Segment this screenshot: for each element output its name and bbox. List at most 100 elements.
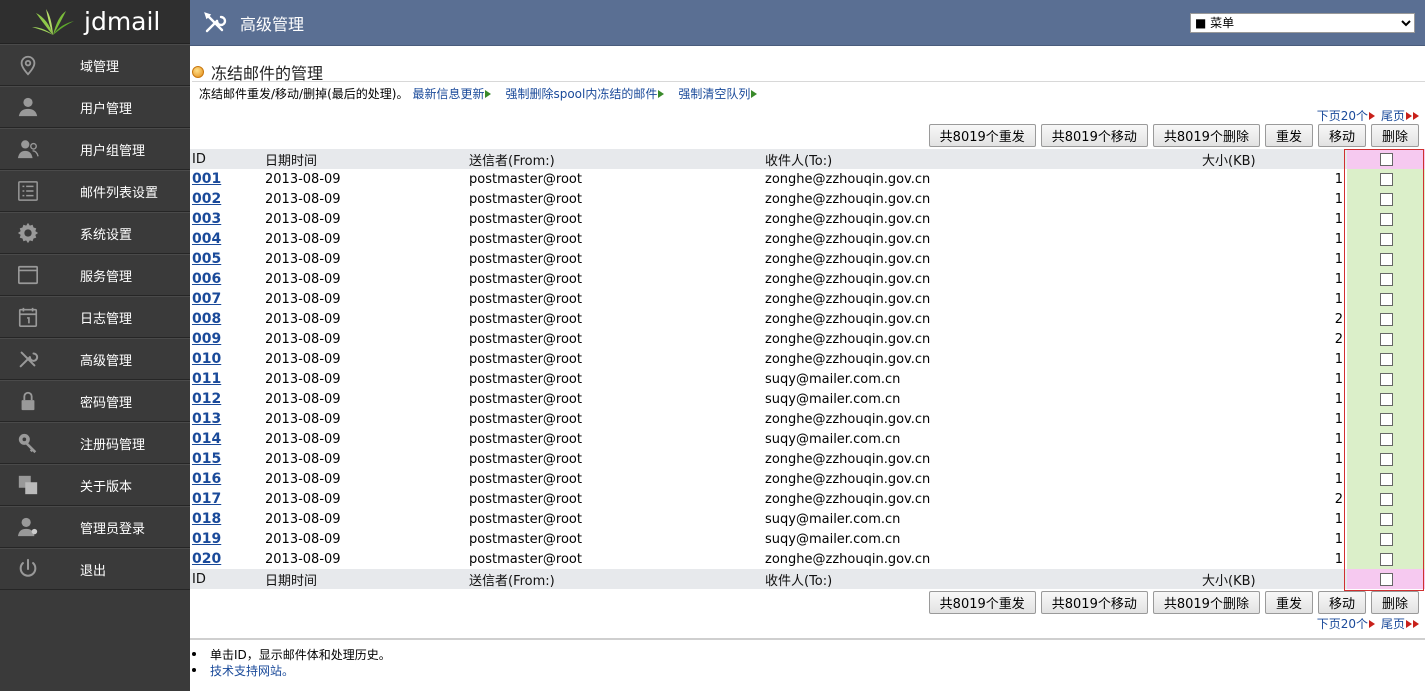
mail-id-link[interactable]: 012 — [192, 391, 221, 407]
row-checkbox[interactable] — [1379, 252, 1393, 266]
resend-button-bottom[interactable]: 重发 — [1264, 591, 1313, 614]
cell-id[interactable]: 016 — [190, 469, 263, 489]
row-checkbox[interactable] — [1379, 352, 1393, 366]
last-page-link-bottom[interactable]: 尾页 — [1381, 615, 1419, 632]
cell-to: zonghe@zzhouqin.gov.cn — [765, 471, 931, 487]
delete-all-button-bottom[interactable]: 共8019个删除 — [1152, 591, 1260, 614]
row-checkbox[interactable] — [1379, 172, 1393, 186]
cell-id[interactable]: 017 — [190, 489, 263, 509]
link-refresh[interactable]: 最新信息更新 — [412, 85, 501, 102]
last-page-link[interactable]: 尾页 — [1381, 107, 1419, 124]
sidebar-item-label: 密码管理 — [80, 395, 133, 411]
cell-id[interactable]: 002 — [190, 189, 263, 209]
sidebar-item-7[interactable]: 高级管理 — [0, 338, 190, 380]
row-checkbox[interactable] — [1379, 512, 1393, 526]
mail-id-link[interactable]: 005 — [192, 251, 221, 267]
cell-id[interactable]: 018 — [190, 509, 263, 529]
mail-id-link[interactable]: 013 — [192, 411, 221, 427]
row-checkbox[interactable] — [1379, 312, 1393, 326]
move-button-bottom[interactable]: 移动 — [1317, 591, 1366, 614]
mail-id-link[interactable]: 010 — [192, 351, 221, 367]
row-checkbox[interactable] — [1379, 452, 1393, 466]
cell-id[interactable]: 011 — [190, 369, 263, 389]
row-checkbox[interactable] — [1379, 532, 1393, 546]
link-force-delete-spool[interactable]: 强制删除spool内冻结的邮件 — [505, 85, 674, 102]
sidebar-item-1[interactable]: 用户管理 — [0, 86, 190, 128]
mail-id-link[interactable]: 007 — [192, 291, 221, 307]
mail-id-link[interactable]: 016 — [192, 471, 221, 487]
mail-id-link[interactable]: 006 — [192, 271, 221, 287]
cell-id[interactable]: 004 — [190, 229, 263, 249]
mail-id-link[interactable]: 017 — [192, 491, 221, 507]
cell-id[interactable]: 013 — [190, 409, 263, 429]
cell-id[interactable]: 005 — [190, 249, 263, 269]
row-checkbox[interactable] — [1379, 232, 1393, 246]
resend-button[interactable]: 重发 — [1264, 124, 1313, 147]
mail-id-link[interactable]: 009 — [192, 331, 221, 347]
cell-id[interactable]: 001 — [190, 169, 263, 189]
mail-id-link[interactable]: 011 — [192, 371, 221, 387]
delete-button[interactable]: 删除 — [1370, 124, 1419, 147]
menu-select[interactable]: ■ 菜单 — [1190, 13, 1415, 33]
sidebar-item-2[interactable]: 用户组管理 — [0, 128, 190, 170]
cell-id[interactable]: 012 — [190, 389, 263, 409]
link-force-clear-queue[interactable]: 强制清空队列 — [678, 85, 767, 102]
row-checkbox[interactable] — [1379, 332, 1393, 346]
row-checkbox[interactable] — [1379, 492, 1393, 506]
cell-id[interactable]: 015 — [190, 449, 263, 469]
sidebar-item-5[interactable]: 服务管理 — [0, 254, 190, 296]
mail-id-link[interactable]: 002 — [192, 191, 221, 207]
resend-all-button[interactable]: 共8019个重发 — [928, 124, 1036, 147]
move-all-button-bottom[interactable]: 共8019个移动 — [1040, 591, 1148, 614]
mail-id-link[interactable]: 003 — [192, 211, 221, 227]
delete-all-button[interactable]: 共8019个删除 — [1152, 124, 1260, 147]
select-all-checkbox[interactable] — [1379, 152, 1393, 166]
sidebar-item-12[interactable]: 退出 — [0, 548, 190, 590]
sidebar-item-0[interactable]: 域管理 — [0, 44, 190, 86]
row-checkbox[interactable] — [1379, 432, 1393, 446]
row-checkbox[interactable] — [1379, 472, 1393, 486]
cell-id[interactable]: 008 — [190, 309, 263, 329]
cell-id[interactable]: 010 — [190, 349, 263, 369]
sidebar-item-3[interactable]: 邮件列表设置 — [0, 170, 190, 212]
next-page-link-bottom[interactable]: 下页20个 — [1317, 615, 1375, 632]
delete-button-bottom[interactable]: 删除 — [1370, 591, 1419, 614]
mail-id-link[interactable]: 014 — [192, 431, 221, 447]
cell-id[interactable]: 009 — [190, 329, 263, 349]
sidebar-item-11[interactable]: 管理员登录 — [0, 506, 190, 548]
row-checkbox[interactable] — [1379, 212, 1393, 226]
cell-id[interactable]: 003 — [190, 209, 263, 229]
mail-id-link[interactable]: 004 — [192, 231, 221, 247]
cell-id[interactable]: 020 — [190, 549, 263, 569]
row-checkbox[interactable] — [1379, 392, 1393, 406]
row-checkbox[interactable] — [1379, 192, 1393, 206]
row-checkbox[interactable] — [1379, 372, 1393, 386]
resend-all-button-bottom[interactable]: 共8019个重发 — [928, 591, 1036, 614]
select-all-checkbox[interactable] — [1379, 572, 1393, 586]
mail-id-link[interactable]: 001 — [192, 171, 221, 187]
move-button[interactable]: 移动 — [1317, 124, 1366, 147]
support-site-link[interactable]: 技术支持网站。 — [210, 662, 294, 679]
next-page-link[interactable]: 下页20个 — [1317, 107, 1375, 124]
sidebar-item-10[interactable]: 关于版本 — [0, 464, 190, 506]
sidebar-item-4[interactable]: 系统设置 — [0, 212, 190, 254]
table-row: 012 2013-08-09 postmaster@root suqy@mailer.… — [190, 389, 1425, 409]
row-checkbox[interactable] — [1379, 292, 1393, 306]
move-all-button[interactable]: 共8019个移动 — [1040, 124, 1148, 147]
sidebar-item-9[interactable]: 注册码管理 — [0, 422, 190, 464]
row-checkbox[interactable] — [1379, 412, 1393, 426]
mail-id-link[interactable]: 020 — [192, 551, 221, 567]
sidebar-item-6[interactable]: 日志管理 — [0, 296, 190, 338]
row-checkbox[interactable] — [1379, 272, 1393, 286]
note-item[interactable]: 技术支持网站。 — [192, 662, 391, 678]
cell-id[interactable]: 019 — [190, 529, 263, 549]
cell-id[interactable]: 014 — [190, 429, 263, 449]
mail-id-link[interactable]: 008 — [192, 311, 221, 327]
sidebar-item-8[interactable]: 密码管理 — [0, 380, 190, 422]
mail-id-link[interactable]: 019 — [192, 531, 221, 547]
row-checkbox[interactable] — [1379, 552, 1393, 566]
mail-id-link[interactable]: 015 — [192, 451, 221, 467]
cell-id[interactable]: 007 — [190, 289, 263, 309]
cell-id[interactable]: 006 — [190, 269, 263, 289]
mail-id-link[interactable]: 018 — [192, 511, 221, 527]
